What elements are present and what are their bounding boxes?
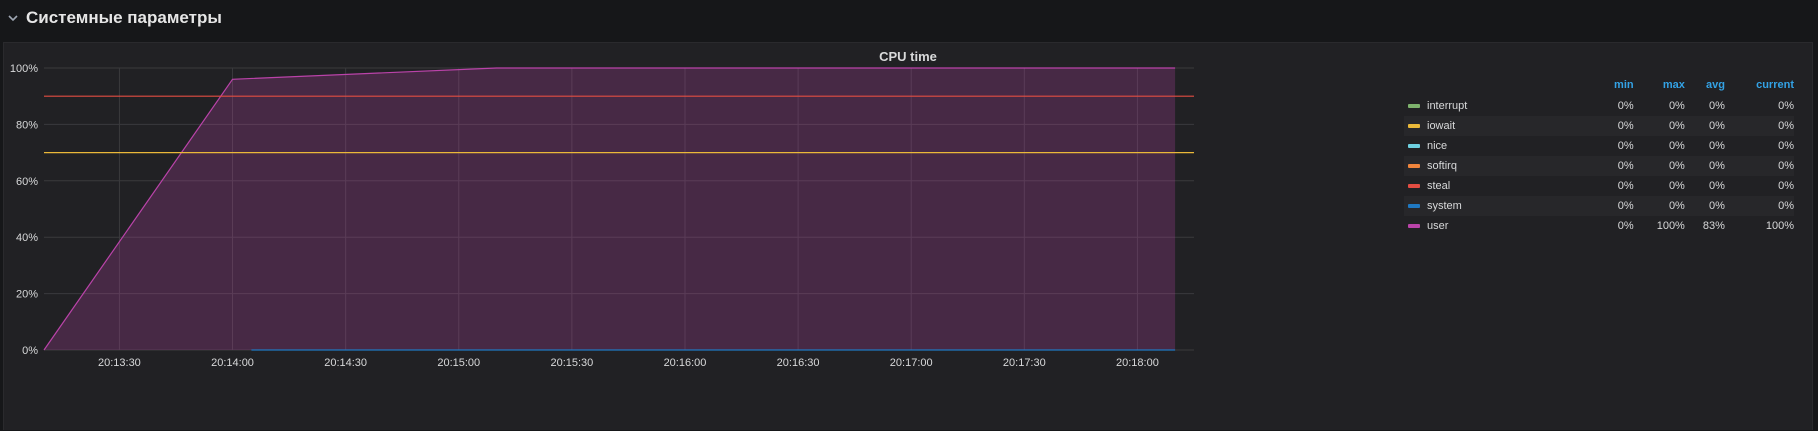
y-axis-ticks: 0% 20% 40% 60% 80% 100% bbox=[10, 63, 38, 357]
legend-item-user[interactable]: user 0% 100% 83% 100% bbox=[1404, 216, 1794, 236]
legend-value-max: 100% bbox=[1656, 220, 1685, 232]
y-tick-label: 40% bbox=[16, 232, 38, 244]
legend-item-iowait[interactable]: iowait 0% 0% 0% 0% bbox=[1404, 116, 1794, 136]
legend-value-avg: 0% bbox=[1709, 100, 1725, 112]
y-tick-label: 0% bbox=[22, 345, 38, 357]
legend-value-current: 0% bbox=[1778, 140, 1794, 152]
x-tick-label: 20:14:00 bbox=[211, 357, 254, 369]
legend-series-name[interactable]: interrupt bbox=[1427, 100, 1467, 112]
legend-item-steal[interactable]: steal 0% 0% 0% 0% bbox=[1404, 176, 1794, 196]
legend-value-current: 0% bbox=[1724, 156, 1794, 176]
chevron-down-icon[interactable] bbox=[6, 11, 20, 25]
legend-value-min: 0% bbox=[1598, 196, 1634, 216]
legend-value-min: 0% bbox=[1617, 220, 1634, 232]
row-title[interactable]: Системные параметры bbox=[26, 8, 222, 28]
legend-series-name[interactable]: system bbox=[1427, 200, 1462, 212]
legend-value-min: 0% bbox=[1598, 116, 1634, 136]
legend-value-avg: 0% bbox=[1709, 180, 1725, 192]
legend-item-interrupt[interactable]: interrupt 0% 0% 0% 0% bbox=[1404, 96, 1794, 116]
x-tick-label: 20:14:30 bbox=[324, 357, 367, 369]
legend-header: min max avg current bbox=[1404, 77, 1794, 96]
legend-value-current: 0% bbox=[1778, 100, 1794, 112]
x-tick-label: 20:15:00 bbox=[437, 357, 480, 369]
legend-value-current: 0% bbox=[1778, 180, 1794, 192]
series-user-area bbox=[44, 68, 1176, 350]
legend-value-max: 0% bbox=[1668, 100, 1685, 112]
legend-swatch[interactable] bbox=[1408, 124, 1420, 129]
legend-value-max: 0% bbox=[1633, 116, 1685, 136]
legend-series-name[interactable]: iowait bbox=[1427, 120, 1455, 132]
y-tick-label: 80% bbox=[16, 119, 38, 131]
legend-value-min: 0% bbox=[1617, 100, 1634, 112]
legend-series-name[interactable]: nice bbox=[1427, 140, 1447, 152]
x-axis-ticks: 20:13:30 20:14:00 20:14:30 20:15:00 20:15:30… bbox=[98, 357, 1159, 369]
legend-item-nice[interactable]: nice 0% 0% 0% 0% bbox=[1404, 136, 1794, 156]
legend-series-name[interactable]: user bbox=[1427, 220, 1448, 232]
legend-value-current: 100% bbox=[1765, 220, 1794, 232]
y-tick-label: 100% bbox=[10, 63, 38, 75]
y-tick-label: 60% bbox=[16, 176, 38, 188]
legend-item-softirq[interactable]: softirq 0% 0% 0% 0% bbox=[1404, 156, 1794, 176]
x-tick-label: 20:16:00 bbox=[664, 357, 707, 369]
legend: min max avg current interrupt 0% 0% 0% 0% iow… bbox=[1404, 77, 1794, 236]
legend-swatch[interactable] bbox=[1408, 144, 1420, 149]
legend-swatch[interactable] bbox=[1408, 204, 1420, 209]
legend-swatch[interactable] bbox=[1408, 224, 1420, 229]
legend-col-current[interactable]: current bbox=[1725, 77, 1794, 96]
legend-value-avg: 0% bbox=[1709, 140, 1725, 152]
legend-value-min: 0% bbox=[1598, 156, 1634, 176]
x-tick-label: 20:17:30 bbox=[1003, 357, 1046, 369]
legend-value-max: 0% bbox=[1668, 140, 1685, 152]
legend-value-avg: 0% bbox=[1684, 116, 1725, 136]
legend-col-max[interactable]: max bbox=[1634, 77, 1685, 96]
legend-item-system[interactable]: system 0% 0% 0% 0% bbox=[1404, 196, 1794, 216]
x-tick-label: 20:15:30 bbox=[550, 357, 593, 369]
legend-value-min: 0% bbox=[1617, 140, 1634, 152]
legend-value-current: 0% bbox=[1724, 196, 1794, 216]
legend-series-name[interactable]: steal bbox=[1427, 180, 1450, 192]
legend-col-min[interactable]: min bbox=[1598, 77, 1634, 96]
legend-value-max: 0% bbox=[1633, 156, 1685, 176]
legend-swatch[interactable] bbox=[1408, 104, 1420, 109]
chart-series-layer bbox=[43, 67, 1176, 351]
x-tick-label: 20:13:30 bbox=[98, 357, 141, 369]
legend-value-avg: 83% bbox=[1702, 220, 1725, 232]
x-tick-label: 20:18:00 bbox=[1116, 357, 1159, 369]
row-header[interactable]: Системные параметры bbox=[0, 0, 1818, 36]
legend-swatch[interactable] bbox=[1408, 184, 1420, 189]
legend-series-name[interactable]: softirq bbox=[1427, 160, 1457, 172]
legend-value-avg: 0% bbox=[1684, 196, 1725, 216]
legend-value-max: 0% bbox=[1633, 196, 1685, 216]
y-tick-label: 20% bbox=[16, 289, 38, 301]
legend-value-max: 0% bbox=[1668, 180, 1685, 192]
legend-value-avg: 0% bbox=[1684, 156, 1725, 176]
legend-col-avg[interactable]: avg bbox=[1685, 77, 1725, 96]
legend-value-current: 0% bbox=[1724, 116, 1794, 136]
x-tick-label: 20:17:00 bbox=[890, 357, 933, 369]
legend-swatch[interactable] bbox=[1408, 164, 1420, 169]
legend-value-min: 0% bbox=[1617, 180, 1634, 192]
cpu-time-panel: CPU time 0% 20% 40% 60% 80% 100% 20:13:30 20:1… bbox=[3, 42, 1813, 430]
x-tick-label: 20:16:30 bbox=[777, 357, 820, 369]
cpu-time-chart[interactable]: 0% 20% 40% 60% 80% 100% 20:13:30 20:14:00 20:14… bbox=[4, 43, 1404, 431]
